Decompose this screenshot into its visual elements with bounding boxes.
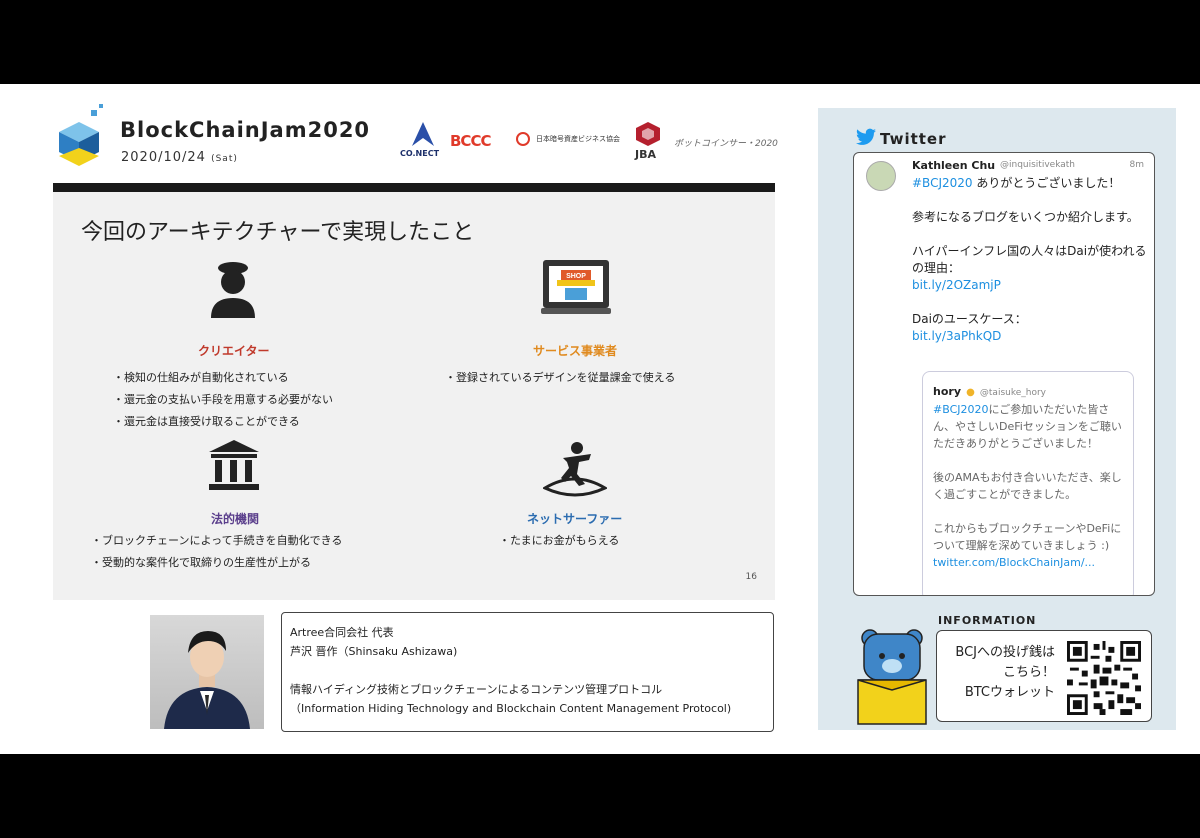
quote-link[interactable]: twitter.com/BlockChainJam/...: [933, 554, 1123, 571]
quote-body: #BCJ2020にご参加いただいた皆さん、やさしいDeFiセッションをご聴いただ…: [933, 401, 1123, 571]
service-provider-bullets: ・登録されているデザインを従量課金で使える: [445, 367, 675, 389]
quote-text: 後のAMAもお付き合いいただき、楽しく過ごすことができました。: [933, 471, 1122, 501]
jcba-circle-icon: [516, 132, 530, 146]
slide-page-number: 16: [745, 572, 757, 582]
donation-line: BCJへの投げ銭は: [955, 645, 1055, 660]
talk-title-ja: 情報ハイディング技術とブロックチェーンによるコンテンツ管理プロトコル: [290, 683, 663, 696]
twitter-panel: Twitter Kathleen Chu @inquisitivekath 8m…: [818, 108, 1176, 730]
blockchainjam-logo-icon: [59, 104, 103, 166]
donation-line: こちら！: [1002, 665, 1055, 680]
tweet-paragraph: Daiのユースケース：: [912, 312, 1027, 326]
speaker-photo: [150, 615, 264, 729]
tweet-avatar[interactable]: [866, 161, 896, 191]
stream-frame: BlockChainJam2020 2020/10/24 (Sat) CO.NE…: [0, 84, 1200, 754]
tweet-line: ありがとうございました！: [972, 176, 1121, 190]
creator-icon: [211, 262, 255, 318]
presentation-slide: 今回のアーキテクチャーで実現したこと クリエイター ・検知の仕組みが自動化されて…: [53, 192, 775, 600]
event-title: BlockChainJam2020: [120, 118, 371, 142]
sponsor-conect: CO.NECT: [400, 149, 440, 158]
svg-text:SHOP: SHOP: [566, 273, 586, 280]
tweet-paragraph: 参考になるブログをいくつか紹介します。: [912, 210, 1139, 224]
btc-wallet-qr-code[interactable]: [1067, 641, 1141, 715]
tweet-time: 8m: [1129, 160, 1145, 170]
bear-mascot-icon: [857, 629, 927, 725]
sponsor-jcba: 日本暗号資産ビジネス協会: [536, 135, 620, 143]
role-label-legal-agency: 法的機関: [211, 512, 260, 526]
surfer-icon: [543, 442, 607, 497]
role-label-creator: クリエイター: [198, 344, 270, 358]
donation-line: BTCウォレット: [964, 685, 1055, 700]
tweet-paragraph: ハイパーインフレ国の人々はDaiが使われるの理由：: [912, 244, 1147, 275]
sponsor-bccc: BCCC: [450, 132, 491, 150]
tweet-body: #BCJ2020 ありがとうございました！ 参考になるブログをいくつか紹介します…: [912, 175, 1148, 345]
list-item: ・検知の仕組みが自動化されている: [113, 371, 289, 384]
twitter-bird-icon: [856, 128, 876, 145]
speaker-name: 芦沢 晋作（Shinsaku Ashizawa): [290, 645, 458, 658]
role-label-service-provider: サービス事業者: [533, 344, 618, 358]
donation-text: BCJへの投げ銭は こちら！ BTCウォレット: [943, 643, 1055, 703]
list-item: ・登録されているデザインを従量課金で使える: [445, 371, 676, 384]
list-item: ・還元金の支払い手段を用意する必要がない: [113, 393, 333, 406]
quote-author-handle: @taisuke_hory: [979, 388, 1047, 398]
speaker-org: Artree合同会社 代表: [290, 626, 394, 639]
list-item: ・受動的な案件化で取締りの生産性が上がる: [91, 556, 311, 569]
quote-author-name: hory: [933, 385, 961, 398]
net-surfer-bullets: ・たまにお金がもらえる: [499, 530, 619, 552]
emoji-icon: ●: [966, 387, 975, 398]
jba-logo-icon: [636, 122, 660, 146]
conect-logo-icon: [412, 122, 434, 146]
list-item: ・たまにお金がもらえる: [499, 534, 620, 547]
tweet-link[interactable]: bit.ly/3aPhkQD: [912, 328, 1148, 345]
tweet-link[interactable]: bit.ly/2OZamjP: [912, 277, 1148, 294]
list-item: ・ブロックチェーンによって手続きを自動化できる: [91, 534, 343, 547]
role-label-net-surfer: ネットサーファー: [527, 512, 623, 526]
quote-hashtag[interactable]: #BCJ2020: [933, 403, 989, 416]
tweet-author-name[interactable]: Kathleen Chu: [912, 159, 995, 172]
slide-heading: 今回のアーキテクチャーで実現したこと: [81, 220, 475, 245]
information-box: BCJへの投げ銭は こちら！ BTCウォレット: [936, 630, 1152, 722]
information-label: INFORMATION: [938, 614, 1037, 627]
twitter-header: Twitter: [880, 130, 947, 148]
quoted-tweet[interactable]: hory ● @taisuke_hory #BCJ2020にご参加いただいた皆さ…: [922, 371, 1134, 595]
legal-agency-bullets: ・ブロックチェーンによって手続きを自動化できる ・受動的な案件化で取締りの生産性…: [91, 530, 342, 574]
sponsor-jba: JBA: [635, 148, 656, 161]
tweet-author-handle[interactable]: @inquisitivekath: [1000, 160, 1075, 170]
speaker-info-box: Artree合同会社 代表 芦沢 晋作（Shinsaku Ashizawa) 情…: [281, 612, 774, 732]
list-item: ・還元金は直接受け取ることができる: [113, 415, 300, 428]
sponsor-botcon: ボットコインサー・2020: [674, 139, 778, 149]
speaker-avatar-icon: [164, 631, 250, 729]
event-date: 2020/10/24 (Sat): [121, 150, 238, 165]
quote-text: これからもブロックチェーンやDeFiについて理解を深めていきましょう :): [933, 522, 1122, 552]
sponsor-logos: CO.NECT BCCC 日本暗号資産ビジネス協会 JBA ボットコインサー・2…: [398, 122, 778, 164]
tweet-card[interactable]: Kathleen Chu @inquisitivekath 8m #BCJ202…: [853, 152, 1155, 596]
tweet-hashtag[interactable]: #BCJ2020: [912, 176, 973, 190]
creator-bullets: ・検知の仕組みが自動化されている ・還元金の支払い手段を用意する必要がない ・還…: [113, 367, 333, 433]
shop-icon: SHOP: [541, 260, 611, 314]
slide-top-bar: [53, 183, 775, 192]
talk-title-en: （Information Hiding Technology and Block…: [290, 702, 732, 715]
court-icon: [209, 440, 259, 490]
